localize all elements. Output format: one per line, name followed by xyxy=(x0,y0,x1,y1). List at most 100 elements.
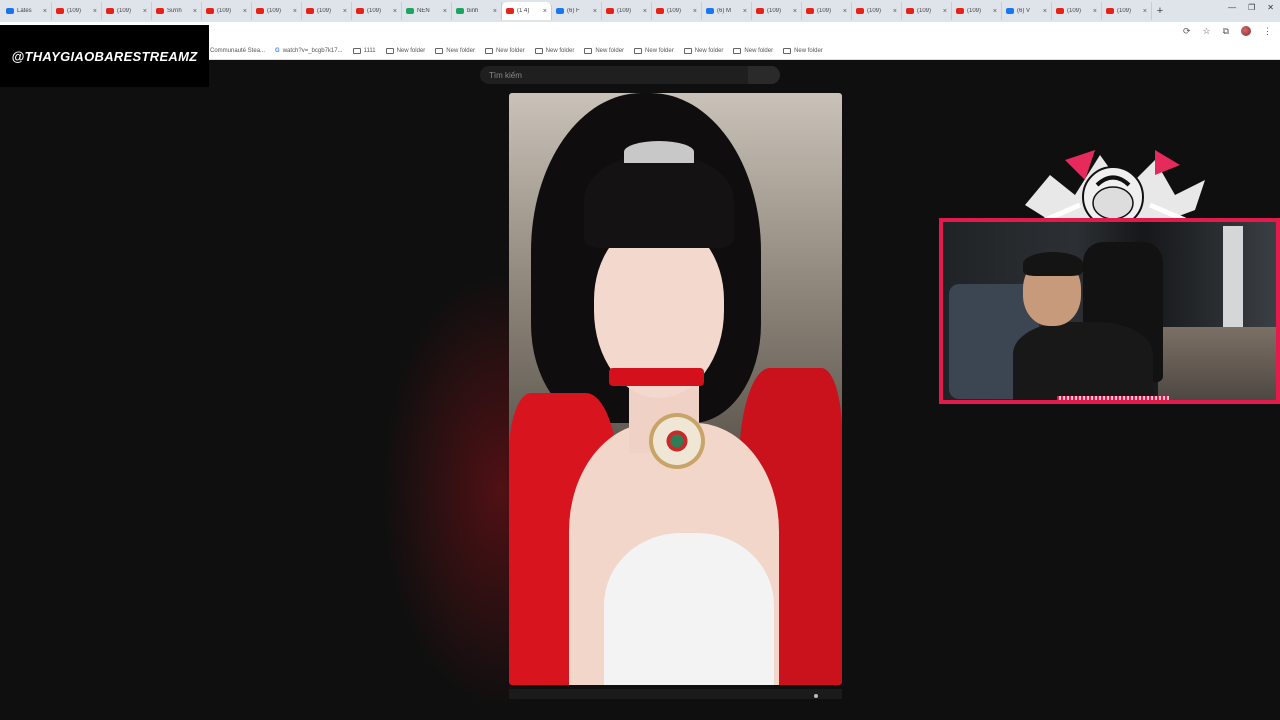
close-icon[interactable]: × xyxy=(843,8,847,15)
youtube-icon xyxy=(1106,8,1114,14)
star-icon[interactable]: ☆ xyxy=(1202,26,1210,37)
bookmark-item[interactable]: Communauté Stea... xyxy=(210,48,265,54)
browser-tab[interactable]: binh × xyxy=(452,2,502,20)
browser-tab[interactable]: (109) × xyxy=(652,2,702,20)
browser-tab[interactable]: (109) × xyxy=(1052,2,1102,20)
browser-tab[interactable]: (109) × xyxy=(252,2,302,20)
extensions-icon[interactable]: ⧉ xyxy=(1223,26,1229,37)
youtube-icon xyxy=(306,8,314,14)
browser-tab[interactable]: (109) × xyxy=(852,2,902,20)
cast-icon[interactable]: ⟳ xyxy=(1183,26,1191,37)
tab-label: (1 4) xyxy=(517,8,530,14)
close-icon[interactable]: × xyxy=(893,8,897,15)
bookmark-item[interactable]: New folder xyxy=(385,47,426,54)
youtube-icon xyxy=(356,8,364,14)
close-icon[interactable]: × xyxy=(43,8,47,15)
menu-icon[interactable]: ⋮ xyxy=(1263,26,1272,37)
tab-strip: Lates × (109) × (109) × Sữnh × (109) × (109) × (109)… xyxy=(0,0,1280,22)
browser-tab[interactable]: (109) × xyxy=(802,2,852,20)
tab-label: (109) xyxy=(267,8,282,14)
close-icon[interactable]: × xyxy=(243,8,247,15)
tab-label: Sữnh xyxy=(167,8,182,14)
close-icon[interactable]: × xyxy=(793,8,797,15)
bookmark-item[interactable]: New folder xyxy=(435,47,475,54)
youtube-icon xyxy=(906,8,914,14)
browser-tab[interactable]: NEN × xyxy=(402,2,452,20)
close-icon[interactable]: × xyxy=(593,8,597,15)
browser-tab[interactable]: (109) × xyxy=(102,2,152,20)
profile-avatar[interactable] xyxy=(1241,26,1251,36)
bookmark-item[interactable]: New folder xyxy=(733,47,773,54)
close-icon[interactable]: × xyxy=(193,8,197,15)
bookmark-label: New folder xyxy=(694,47,724,54)
bookmark-item[interactable]: New folder xyxy=(484,47,525,54)
browser-tab[interactable]: (109) × xyxy=(1102,2,1152,20)
search-button[interactable] xyxy=(748,66,780,84)
folder-icon xyxy=(534,47,543,54)
stream-watermark: @THAYGIAOBARESTREAMZ xyxy=(0,25,209,87)
close-icon[interactable]: × xyxy=(293,8,297,15)
youtube-icon xyxy=(56,8,64,14)
facebook-icon xyxy=(1006,8,1014,14)
browser-tab[interactable]: (109) × xyxy=(302,2,352,20)
video-progress-dot[interactable] xyxy=(814,694,818,698)
youtube-icon xyxy=(956,8,964,14)
close-window-icon[interactable]: ✕ xyxy=(1267,3,1274,12)
close-icon[interactable]: × xyxy=(993,8,997,15)
youtube-icon xyxy=(756,8,764,14)
bookmark-item[interactable]: New folder xyxy=(683,47,724,54)
bookmark-item[interactable]: 1111 xyxy=(352,47,376,54)
tab-label: (6) V xyxy=(1017,8,1031,14)
bookmark-item[interactable]: Gwatch?v=_bcgb7k17... xyxy=(275,48,343,54)
browser-tab[interactable]: (6) M × xyxy=(702,2,752,20)
browser-tab[interactable]: Sữnh × xyxy=(152,2,202,20)
close-icon[interactable]: × xyxy=(693,8,697,15)
browser-tab[interactable]: Lates × xyxy=(2,2,52,20)
browser-tab[interactable]: (109) × xyxy=(352,2,402,20)
folder-icon xyxy=(634,47,643,54)
close-icon[interactable]: × xyxy=(1093,8,1097,15)
tab-label: (109) xyxy=(667,8,682,14)
close-icon[interactable]: × xyxy=(1143,8,1147,15)
bookmark-item[interactable]: New folder xyxy=(584,47,624,54)
bookmark-label: Communauté Stea... xyxy=(210,47,266,54)
browser-tab[interactable]: (1 4) × xyxy=(502,2,552,20)
browser-tab[interactable]: (109) × xyxy=(752,2,802,20)
close-icon[interactable]: × xyxy=(493,8,497,15)
bookmark-item[interactable]: New folder xyxy=(534,47,574,54)
video-progress-track[interactable] xyxy=(509,689,842,699)
facebook-icon xyxy=(556,8,564,14)
close-icon[interactable]: × xyxy=(943,8,947,15)
tab-label: (109) xyxy=(317,8,332,14)
browser-tab[interactable]: (109) × xyxy=(952,2,1002,20)
browser-tab[interactable]: (109) × xyxy=(602,2,652,20)
video-scene-headband xyxy=(624,141,694,163)
browser-tab[interactable]: (6) V × xyxy=(1002,2,1052,20)
close-icon[interactable]: × xyxy=(443,8,447,15)
bookmark-item[interactable]: New folder xyxy=(783,47,823,54)
maximize-icon[interactable]: ❐ xyxy=(1248,3,1255,12)
browser-tab[interactable]: (6) F × xyxy=(552,2,602,20)
video-scene-pendant xyxy=(649,413,705,469)
close-icon[interactable]: × xyxy=(143,8,147,15)
watermark-text: @THAYGIAOBARESTREAMZ xyxy=(11,48,198,64)
browser-tab[interactable]: (109) × xyxy=(202,2,252,20)
close-icon[interactable]: × xyxy=(393,8,397,15)
close-icon[interactable]: × xyxy=(543,8,547,15)
close-icon[interactable]: × xyxy=(643,8,647,15)
new-tab-button[interactable]: + xyxy=(1152,5,1168,17)
youtube-icon xyxy=(206,8,214,14)
close-icon[interactable]: × xyxy=(343,8,347,15)
close-icon[interactable]: × xyxy=(1043,8,1047,15)
browser-tab[interactable]: (109) × xyxy=(52,2,102,20)
close-icon[interactable]: × xyxy=(93,8,97,15)
browser-tab[interactable]: (109) × xyxy=(902,2,952,20)
bookmark-item[interactable]: New folder xyxy=(634,47,674,54)
short-video-player[interactable] xyxy=(509,93,842,685)
close-icon[interactable]: × xyxy=(743,8,747,15)
search-input[interactable]: Tìm kiếm xyxy=(480,66,780,84)
bookmark-label: watch?v=_bcgb7k17... xyxy=(282,47,343,54)
window-controls: — ❐ ✕ xyxy=(1228,3,1274,12)
minimize-icon[interactable]: — xyxy=(1228,3,1236,12)
bookmark-label: New folder xyxy=(396,47,426,54)
